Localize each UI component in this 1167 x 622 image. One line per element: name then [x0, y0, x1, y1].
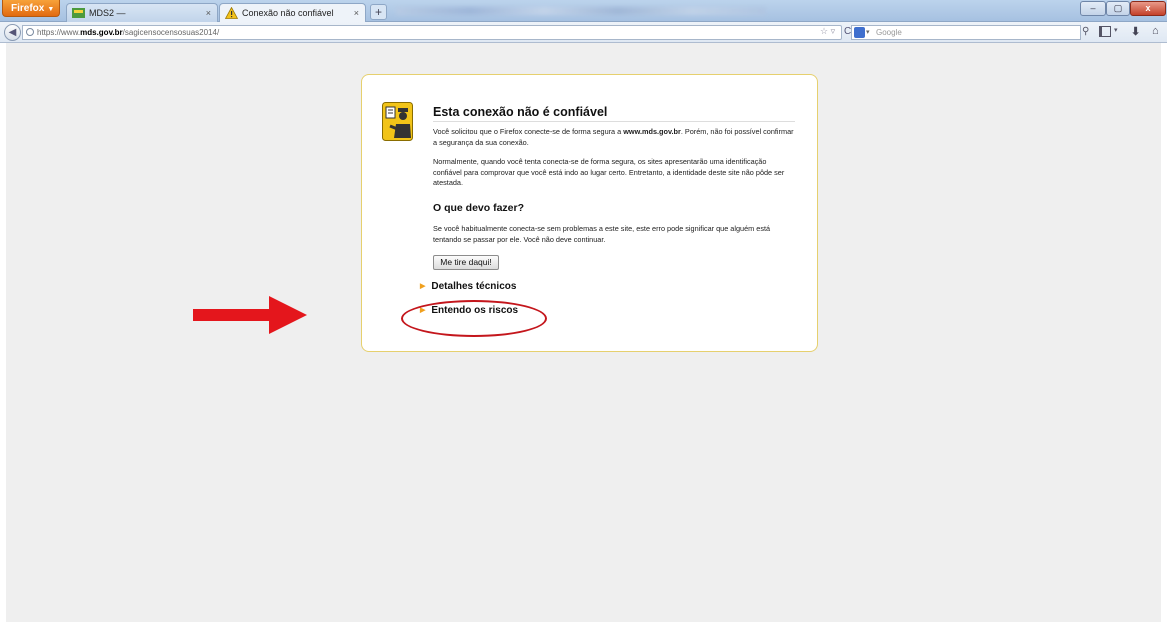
globe-icon — [26, 28, 34, 36]
search-icon[interactable]: ⚲ — [1082, 26, 1089, 37]
tab-untrusted-connection[interactable]: Conexão não confiável × — [219, 3, 366, 22]
get-me-out-button[interactable]: Me tire daqui! — [433, 255, 499, 270]
close-tab-icon[interactable]: × — [206, 4, 211, 22]
chevron-down-icon: ▼ — [47, 6, 55, 13]
firefox-menu-label: Firefox — [11, 3, 45, 14]
title-bar: Firefox ▼ MDS2 — × Conexão não confiável … — [0, 0, 1167, 22]
maximize-button[interactable]: ▢ — [1106, 1, 1130, 16]
close-tab-icon[interactable]: × — [354, 4, 359, 22]
search-placeholder: Google — [876, 28, 902, 37]
firefox-menu-button[interactable]: Firefox ▼ — [2, 0, 60, 17]
home-icon[interactable]: ⌂ — [1152, 25, 1159, 37]
tab-label: Conexão não confiável — [242, 8, 334, 18]
url-bar[interactable]: https://www.mds.gov.br/sagicensocensosua… — [22, 25, 842, 40]
url-host: mds.gov.br — [80, 28, 123, 37]
google-engine-icon[interactable] — [854, 27, 865, 38]
bookmarks-icon[interactable] — [1099, 26, 1111, 37]
page-title: Esta conexão não é confiável — [433, 105, 795, 122]
tab-label: MDS2 — — [89, 8, 126, 18]
para1-text: Você solicitou que o Firefox conecte-se … — [433, 127, 624, 136]
url-path: /sagicensocensosuas2014/ — [122, 28, 220, 37]
url-prefix: https://www. — [37, 28, 81, 37]
close-window-button[interactable]: x — [1130, 1, 1166, 16]
tab-mds2[interactable]: MDS2 — × — [66, 3, 218, 22]
security-officer-icon — [382, 102, 413, 141]
error-description: Você solicitou que o Firefox conecte-se … — [433, 127, 795, 148]
new-tab-button[interactable]: + — [370, 4, 387, 20]
back-arrow-icon[interactable]: ◀ — [4, 24, 21, 41]
content-area: Esta conexão não é confiável Você solici… — [6, 43, 1161, 622]
warning-icon — [225, 7, 238, 19]
blurred-tab-strip — [396, 7, 766, 15]
mds-favicon-icon — [72, 8, 85, 18]
chevron-down-icon: ▾ — [866, 29, 870, 36]
chevron-down-icon[interactable]: ▾ — [1114, 26, 1118, 34]
red-arrow-icon — [193, 296, 307, 334]
technical-details-expander[interactable]: ▶ Detalhes técnicos — [420, 281, 516, 292]
para1-host: www.mds.gov.br — [623, 127, 681, 136]
what-to-do-heading: O que devo fazer? — [433, 202, 525, 214]
technical-details-label: Detalhes técnicos — [431, 281, 517, 292]
search-input[interactable]: ▾ Google — [851, 25, 1081, 40]
download-icon[interactable]: ⬇ — [1131, 25, 1140, 38]
star-icon[interactable]: ☆ ▿ — [820, 26, 835, 37]
navigation-bar: ◀ https://www.mds.gov.br/sagicensocensos… — [0, 22, 1167, 43]
triangle-right-icon: ▶ — [420, 283, 426, 290]
error-explanation: Normalmente, quando você tenta conecta-s… — [433, 157, 785, 187]
advice-text: Se você habitualmente conecta-se sem pro… — [433, 224, 771, 244]
highlight-circle — [401, 300, 547, 337]
minimize-button[interactable]: – — [1080, 1, 1106, 16]
